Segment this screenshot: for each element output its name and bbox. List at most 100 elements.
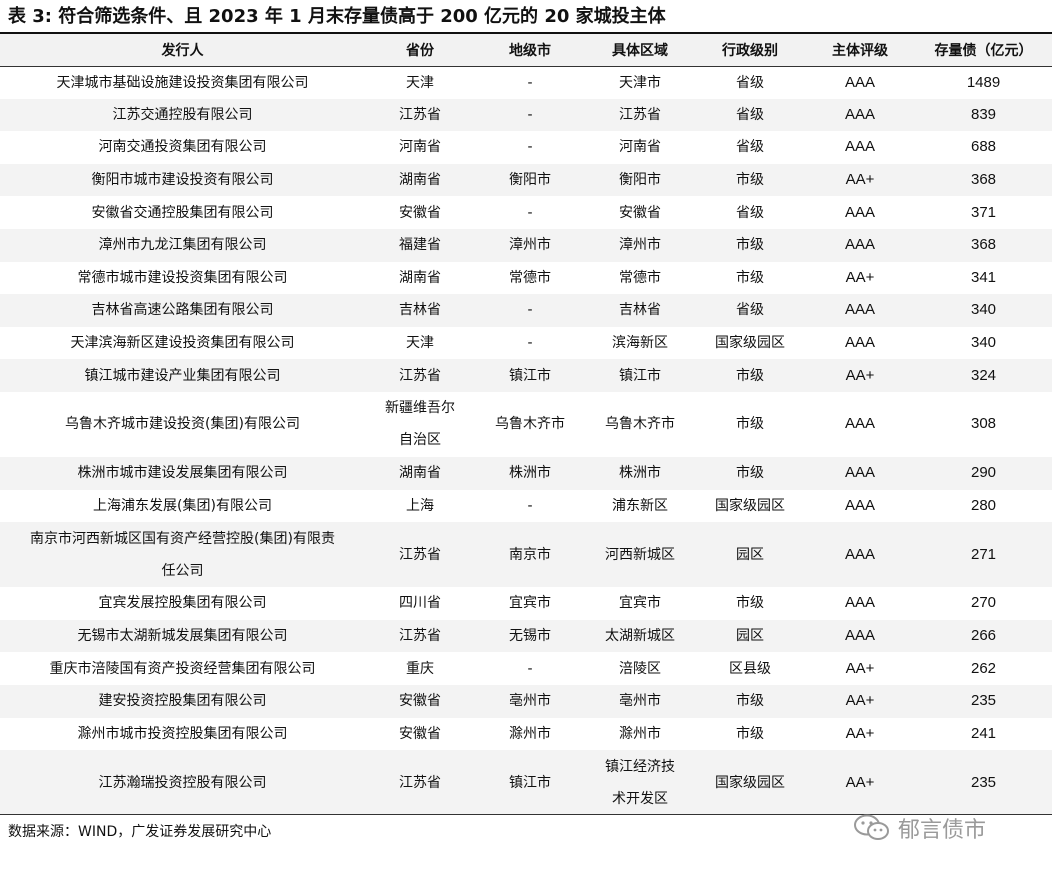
- cell-issuer: 吉林省高速公路集团有限公司: [91, 302, 274, 319]
- cell-rating: AAA: [844, 594, 875, 612]
- cell-issuer: 河南交通投资集团有限公司: [98, 139, 267, 156]
- cell-rating: AAA: [844, 105, 875, 123]
- cell-province: 湖南省: [399, 465, 441, 482]
- cell-region: 河南省: [619, 139, 661, 156]
- cell-region: 浦东新区: [612, 497, 668, 514]
- cell-city: 常德市: [509, 269, 551, 286]
- cell-city: 乌鲁木齐市: [495, 416, 565, 433]
- table-row: 株洲市城市建设发展集团有限公司 湖南省 株洲市 株洲市 市级 AAA 290: [0, 456, 1052, 490]
- cell-issuer: 常德市城市建设投资集团有限公司: [77, 269, 288, 286]
- cell-city: 漳州市: [509, 237, 551, 254]
- cell-rating: AA+: [845, 692, 875, 710]
- cell-outstanding-bonds: 241: [970, 724, 997, 742]
- cell-city: -: [527, 204, 533, 221]
- cell-city: 滁州市: [509, 725, 551, 742]
- cell-issuer: 镇江城市建设产业集团有限公司: [84, 367, 281, 384]
- wechat-icon: [854, 814, 889, 840]
- cell-issuer: 建安投资控股集团有限公司: [98, 693, 267, 710]
- cell-rating: AAA: [844, 464, 875, 482]
- watermark: 郁言债市: [852, 812, 986, 844]
- cell-rating: AAA: [844, 545, 875, 563]
- cell-province: 安徽省: [399, 725, 441, 742]
- cell-admin-level: 省级: [736, 204, 764, 221]
- cell-issuer: 安徽省交通控股集团有限公司: [91, 204, 274, 221]
- cell-admin-level: 省级: [736, 139, 764, 156]
- cell-outstanding-bonds: 688: [970, 138, 997, 156]
- cell-rating: AA+: [845, 268, 875, 286]
- cell-admin-level: 市级: [736, 465, 764, 482]
- table-row: 江苏瀚瑞投资控股有限公司 江苏省 镇江市 镇江经济技 术开发区 国家级园区 AA+ 235: [0, 750, 1052, 816]
- cell-region: 吉林省: [619, 302, 661, 319]
- cell-outstanding-bonds: 341: [970, 268, 997, 286]
- col-header-province: 省份: [406, 42, 434, 59]
- cell-outstanding-bonds: 262: [970, 659, 997, 677]
- cell-province: 江苏省: [399, 546, 441, 563]
- cell-city: -: [527, 139, 533, 156]
- table-row: 河南交通投资集团有限公司 河南省 - 河南省 省级 AAA 688: [0, 131, 1052, 164]
- cell-province: 天津: [406, 335, 434, 352]
- cell-outstanding-bonds: 270: [970, 594, 997, 612]
- cell-admin-level: 市级: [736, 725, 764, 742]
- table-row: 吉林省高速公路集团有限公司 吉林省 - 吉林省 省级 AAA 340: [0, 294, 1052, 327]
- cell-region: 天津市: [619, 74, 661, 91]
- table-row: 南京市河西新城区国有资产经营控股(集团)有限责 任公司 江苏省 南京市 河西新城区 园区 A…: [0, 522, 1052, 588]
- cell-outstanding-bonds: 308: [970, 415, 997, 433]
- cell-city: 宜宾市: [509, 595, 551, 612]
- cell-province: 安徽省: [399, 693, 441, 710]
- cell-outstanding-bonds: 290: [970, 464, 997, 482]
- cell-admin-level: 市级: [736, 237, 764, 254]
- table-row: 建安投资控股集团有限公司 安徽省 亳州市 亳州市 市级 AA+ 235: [0, 684, 1052, 718]
- cell-province: 江苏省: [399, 106, 441, 123]
- cell-city: -: [527, 106, 533, 123]
- cell-issuer: 乌鲁木齐城市建设投资(集团)有限公司: [65, 416, 300, 433]
- cell-admin-level: 市级: [736, 416, 764, 433]
- cell-admin-level: 市级: [736, 172, 764, 189]
- cell-outstanding-bonds: 235: [970, 773, 997, 791]
- cell-admin-level: 省级: [736, 106, 764, 123]
- table-row: 镇江城市建设产业集团有限公司 江苏省 镇江市 镇江市 市级 AA+ 324: [0, 359, 1052, 392]
- cell-admin-level: 国家级园区: [715, 335, 785, 352]
- cell-region: 株洲市: [619, 465, 661, 482]
- cell-region: 镇江市: [619, 367, 661, 384]
- cell-province: 江苏省: [399, 628, 441, 645]
- cell-admin-level: 国家级园区: [715, 774, 785, 791]
- cell-outstanding-bonds: 1489: [966, 73, 1001, 91]
- cell-city: 镇江市: [509, 774, 551, 791]
- cell-rating: AAA: [844, 627, 875, 645]
- cell-rating: AAA: [844, 334, 875, 352]
- col-header-city: 地级市: [509, 42, 551, 59]
- cell-line: 南京市河西新城区国有资产经营控股(集团)有限责: [30, 530, 335, 547]
- cell-outstanding-bonds: 371: [970, 203, 997, 221]
- cell-city: -: [527, 497, 533, 514]
- data-source-note: 数据来源：WIND，广发证券发展研究中心: [8, 824, 272, 840]
- cell-rating: AA+: [845, 171, 875, 189]
- cell-issuer: 天津滨海新区建设投资集团有限公司: [70, 335, 295, 352]
- cell-admin-level: 省级: [736, 302, 764, 319]
- cell-outstanding-bonds: 280: [970, 496, 997, 514]
- cell-admin-level: 区县级: [729, 660, 771, 677]
- cell-issuer: 重庆市涪陵国有资产投资经营集团有限公司: [49, 660, 316, 677]
- cell-rating: AA+: [845, 659, 875, 677]
- cell-issuer: 宜宾发展控股集团有限公司: [98, 595, 267, 612]
- table-row: 天津滨海新区建设投资集团有限公司 天津 - 滨海新区 国家级园区 AAA 340: [0, 326, 1052, 360]
- cell-region: 镇江经济技 术开发区: [585, 750, 695, 815]
- cell-province: 湖南省: [399, 269, 441, 286]
- cell-admin-level: 园区: [736, 546, 764, 563]
- cell-issuer: 衡阳市城市建设投资有限公司: [91, 172, 274, 189]
- col-header-admin-level: 行政级别: [722, 42, 778, 59]
- cell-rating: AAA: [844, 236, 875, 254]
- cell-issuer: 上海浦东发展(集团)有限公司: [93, 497, 272, 514]
- cell-region: 涪陵区: [619, 660, 661, 677]
- cell-admin-level: 市级: [736, 367, 764, 384]
- cell-outstanding-bonds: 368: [970, 171, 997, 189]
- cell-outstanding-bonds: 839: [970, 105, 997, 123]
- table-row: 重庆市涪陵国有资产投资经营集团有限公司 重庆 - 涪陵区 区县级 AA+ 262: [0, 652, 1052, 685]
- cell-issuer: 南京市河西新城区国有资产经营控股(集团)有限责 任公司: [0, 522, 365, 587]
- cell-admin-level: 省级: [736, 74, 764, 91]
- cell-province: 江苏省: [399, 774, 441, 791]
- cell-line: 新疆维吾尔: [385, 400, 455, 417]
- cell-region: 江苏省: [619, 106, 661, 123]
- table-row: 安徽省交通控股集团有限公司 安徽省 - 安徽省 省级 AAA 371: [0, 196, 1052, 229]
- cell-city: 衡阳市: [509, 172, 551, 189]
- table-row: 宜宾发展控股集团有限公司 四川省 宜宾市 宜宾市 市级 AAA 270: [0, 587, 1052, 620]
